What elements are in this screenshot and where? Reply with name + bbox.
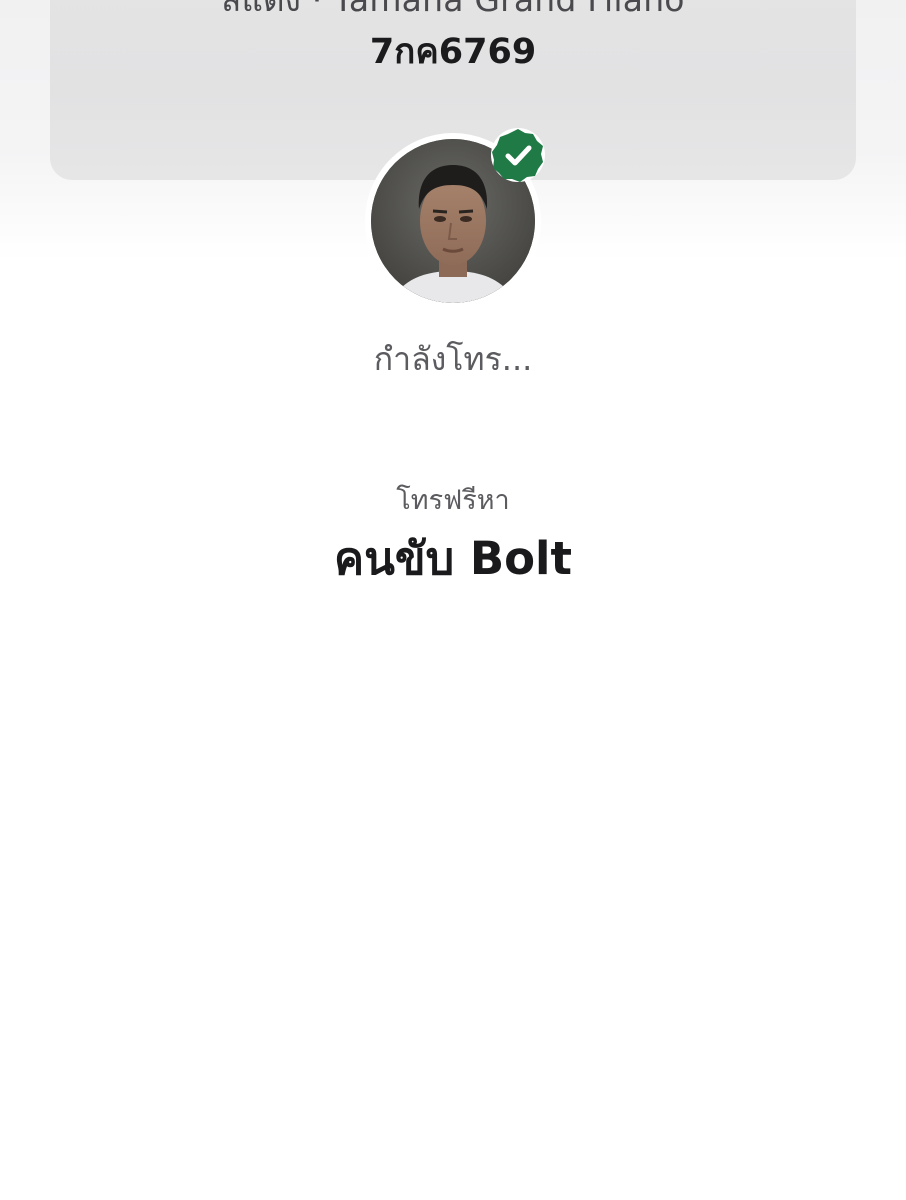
verified-check-badge-icon [486, 123, 550, 187]
free-call-label: โทรฟรีหา [396, 485, 510, 516]
callee-name: คนขับ Bolt [333, 532, 572, 585]
license-plate: 7กค6769 [369, 32, 537, 72]
call-screen: สีแดง · Yamaha Grand Filano 7กค6769 [0, 0, 906, 1200]
vehicle-description: สีแดง · Yamaha Grand Filano [50, 0, 856, 26]
call-status-text: กำลังโทร... [373, 340, 533, 378]
